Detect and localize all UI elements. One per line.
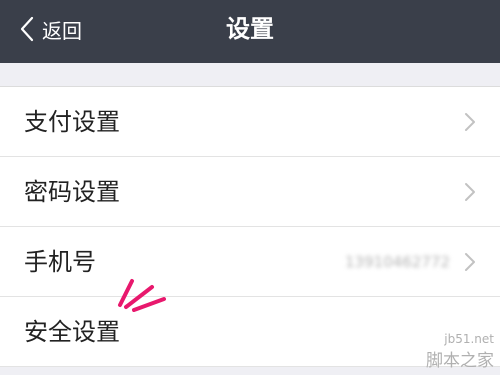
settings-item-label: 手机号 bbox=[24, 248, 96, 276]
settings-list: 支付设置 密码设置 手机号 13910462772 安全设置 bbox=[0, 86, 500, 367]
settings-item-label: 支付设置 bbox=[24, 108, 120, 136]
watermark-brand: 脚本之家 bbox=[426, 351, 494, 371]
settings-item-payment[interactable]: 支付设置 bbox=[0, 87, 500, 157]
page-title: 设置 bbox=[226, 15, 274, 43]
phone-number-value: 13910462772 bbox=[345, 253, 450, 271]
settings-item-label: 安全设置 bbox=[24, 318, 120, 346]
chevron-right-icon bbox=[464, 252, 476, 272]
chevron-right-icon bbox=[464, 112, 476, 132]
navigation-bar: 返回 设置 bbox=[0, 0, 500, 63]
chevron-right-icon bbox=[464, 182, 476, 202]
settings-item-phone[interactable]: 手机号 13910462772 bbox=[0, 227, 500, 297]
settings-item-label: 密码设置 bbox=[24, 178, 120, 206]
emphasis-lines-icon bbox=[112, 275, 172, 315]
settings-item-password[interactable]: 密码设置 bbox=[0, 157, 500, 227]
settings-item-security[interactable]: 安全设置 bbox=[0, 297, 500, 367]
watermark-url: jb51.net bbox=[444, 332, 494, 346]
watermark: jb51.net 脚本之家 bbox=[426, 332, 494, 371]
